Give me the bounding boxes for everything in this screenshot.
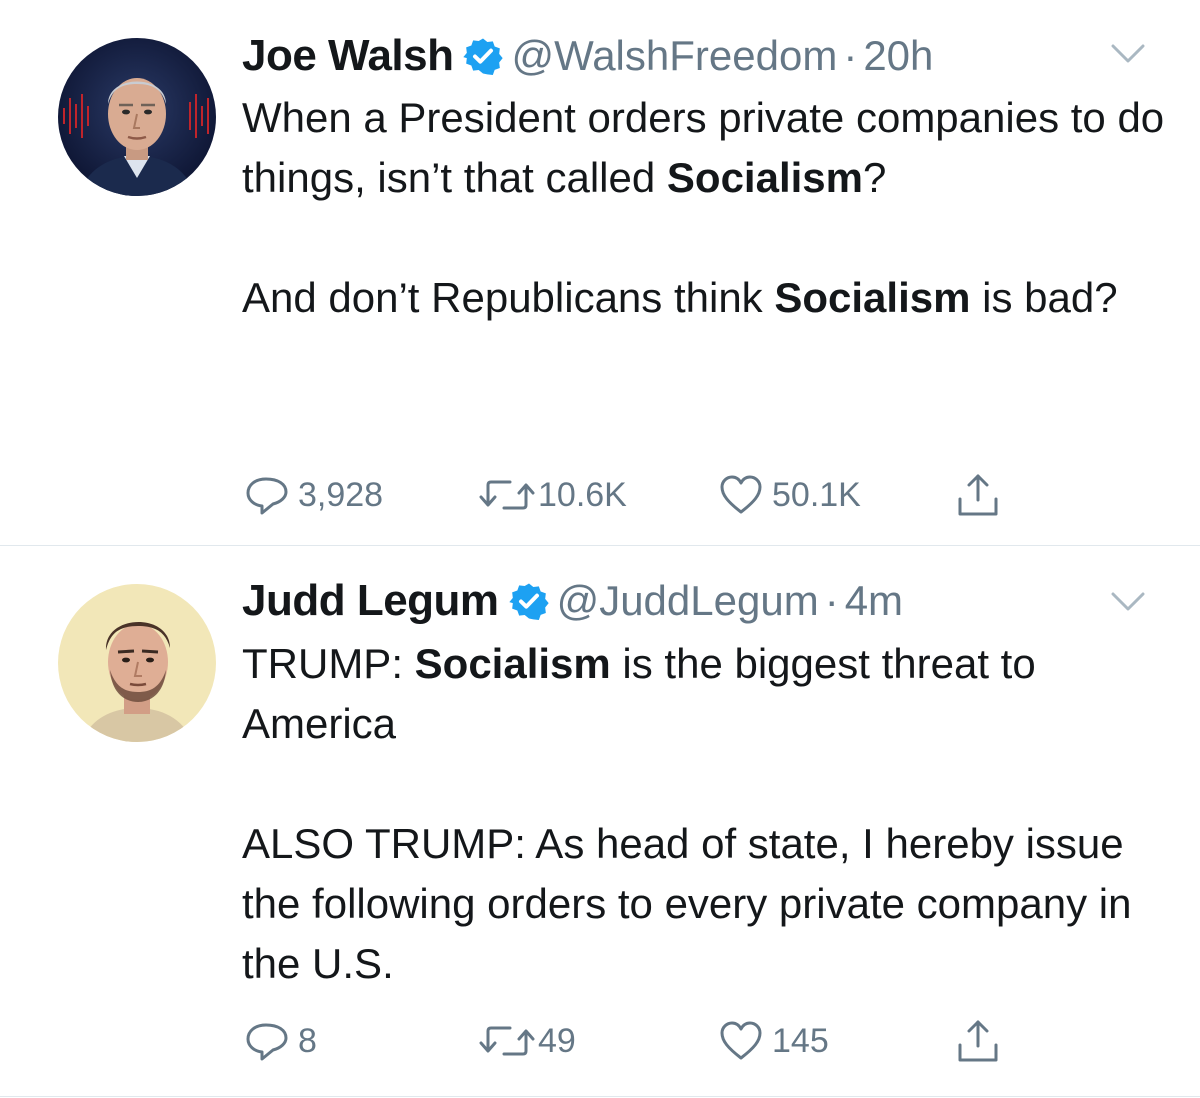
- tweet-paragraph: ALSO TRUMP: As head of state, I hereby i…: [242, 820, 1132, 987]
- verified-badge-icon: [463, 36, 504, 76]
- like-count: 50.1K: [772, 475, 861, 514]
- retweet-button[interactable]: 49: [478, 1016, 576, 1066]
- retweet-count: 10.6K: [538, 475, 627, 514]
- avatar[interactable]: [58, 38, 216, 196]
- like-icon: [720, 475, 762, 514]
- share-button[interactable]: [955, 1016, 1001, 1066]
- avatar-walsh-image: [58, 38, 216, 196]
- author-handle[interactable]: @WalshFreedom: [511, 32, 837, 80]
- tweet-header: Joe Walsh @WalshFreedom · 20h: [242, 28, 933, 84]
- verified-badge-icon: [508, 581, 549, 621]
- avatar-legum-image: [58, 584, 216, 742]
- author-handle[interactable]: @JuddLegum: [557, 577, 819, 625]
- author-name[interactable]: Judd Legum: [242, 576, 499, 626]
- header-separator: ·: [824, 577, 839, 624]
- chevron-down-icon[interactable]: [1110, 590, 1146, 614]
- like-count: 145: [772, 1021, 829, 1060]
- share-icon: [958, 1020, 998, 1062]
- like-button[interactable]: 50.1K: [718, 470, 861, 520]
- retweet-button[interactable]: 10.6K: [478, 470, 627, 520]
- tweet-text: TRUMP: Socialism is the biggest threat t…: [242, 634, 1172, 994]
- author-name[interactable]: Joe Walsh: [242, 31, 454, 81]
- tweet-actions: 8 49 145: [0, 1016, 1200, 1066]
- tweet-paragraph: And don’t Republicans think Socialism is…: [242, 274, 1118, 321]
- reply-button[interactable]: 8: [244, 1016, 317, 1066]
- tweet-actions: 3,928 10.6K 50.1K: [0, 470, 1200, 520]
- tweet-text: When a President orders private companie…: [242, 88, 1172, 328]
- tweet-walsh[interactable]: Joe Walsh @WalshFreedom · 20h When a Pre…: [0, 0, 1200, 545]
- reply-button[interactable]: 3,928: [244, 470, 383, 520]
- reply-count: 8: [298, 1021, 317, 1060]
- retweet-icon: [479, 1026, 535, 1056]
- reply-icon: [246, 1023, 288, 1061]
- tweet-paragraph: TRUMP: Socialism is the biggest threat t…: [242, 640, 1036, 747]
- tweet-divider: [0, 1096, 1200, 1097]
- header-separator: ·: [843, 32, 858, 79]
- tweet-paragraph: When a President orders private companie…: [242, 94, 1165, 201]
- share-button[interactable]: [955, 470, 1001, 520]
- retweet-count: 49: [538, 1021, 576, 1060]
- reply-icon: [246, 477, 288, 515]
- tweet-header: Judd Legum @JuddLegum · 4m: [242, 573, 903, 629]
- tweet-timestamp[interactable]: 20h: [863, 32, 933, 80]
- chevron-down-icon[interactable]: [1110, 42, 1146, 66]
- reply-count: 3,928: [298, 475, 384, 514]
- retweet-icon: [479, 480, 535, 510]
- tweet-feed: Joe Walsh @WalshFreedom · 20h When a Pre…: [0, 0, 1200, 1098]
- like-icon: [720, 1021, 762, 1060]
- avatar[interactable]: [58, 584, 216, 742]
- share-icon: [958, 474, 998, 516]
- like-button[interactable]: 145: [718, 1016, 829, 1066]
- tweet-legum[interactable]: Judd Legum @JuddLegum · 4m TRUMP: Social…: [0, 546, 1200, 1096]
- tweet-timestamp[interactable]: 4m: [845, 577, 903, 625]
